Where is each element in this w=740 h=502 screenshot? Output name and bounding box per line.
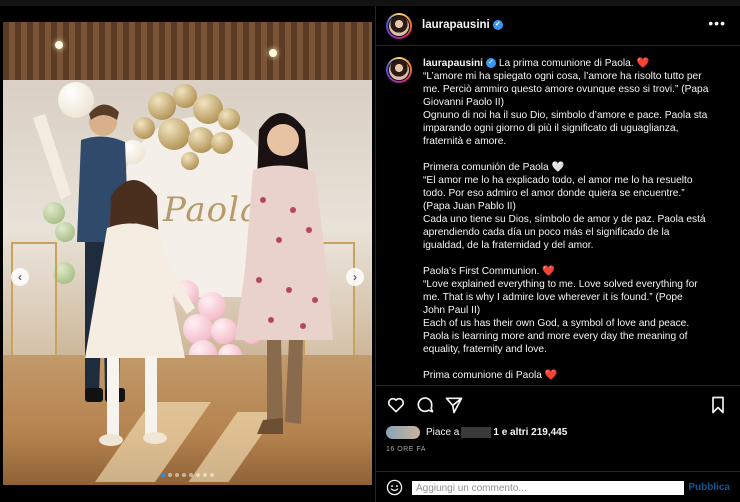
- caption-avatar[interactable]: [386, 57, 412, 83]
- caption-line: Ognuno di noi ha il suo Dio, simbolo d’a…: [423, 109, 721, 122]
- heart-icon[interactable]: [386, 395, 406, 415]
- post-caption: laurapausini ✓ La prima comunione di Paol…: [423, 57, 721, 382]
- likes-summary[interactable]: Piace a 1 e altri 219,445: [386, 424, 567, 440]
- caption-line: laurapausini ✓ La prima comunione di Paol…: [423, 57, 721, 70]
- comment-bar: Pubblica: [376, 471, 740, 502]
- caption-line: “L’amore mi ha spiegato ogni cosa, l’amo…: [423, 70, 721, 83]
- caption-text: Paola’s First Communion. ❤️: [423, 266, 555, 277]
- caption-text: John Paul II): [423, 305, 481, 316]
- caption-line: imparando ogni giorno di più il signific…: [423, 122, 721, 135]
- comment-icon[interactable]: [415, 395, 435, 415]
- caption-line: equality, fraternity and love.: [423, 343, 721, 356]
- carousel-dot[interactable]: [182, 473, 186, 477]
- verified-badge-icon: ✓: [492, 19, 503, 30]
- caption-text: imparando ogni giorno di più il signific…: [423, 123, 679, 134]
- share-icon[interactable]: [444, 395, 464, 415]
- caption-spacer: [423, 252, 721, 265]
- person-woman: [235, 113, 333, 434]
- bookmark-icon[interactable]: [708, 395, 728, 415]
- likes-count[interactable]: 1 e altri 219,445: [493, 427, 567, 438]
- caption-line: me. That is why I admire love wherever i…: [423, 291, 721, 304]
- avatar[interactable]: [386, 13, 412, 39]
- carousel-dot[interactable]: [210, 473, 214, 477]
- liker-avatars: [386, 425, 420, 439]
- header-username-text[interactable]: laurapausini: [422, 19, 490, 31]
- caption-text: Each of us has their own God, a symbol o…: [423, 318, 690, 329]
- caption-spacer: [423, 356, 721, 369]
- carousel-dot[interactable]: [203, 473, 207, 477]
- caption-text: (Papa Juan Pablo II): [423, 201, 516, 212]
- caption-text: Cada uno tiene su Dios, símbolo de amor …: [423, 214, 706, 225]
- carousel-dot[interactable]: [168, 473, 172, 477]
- caption-spacer: [423, 148, 721, 161]
- caption-area: laurapausini ✓ La prima comunione di Paol…: [376, 47, 740, 385]
- caption-line: Paola is learning more and more every da…: [423, 330, 721, 343]
- ceiling: [3, 22, 372, 80]
- caption-line: Paola’s First Communion. ❤️: [423, 265, 721, 278]
- post-details-panel: laurapausini ✓ ••• laurapausini ✓ La prima…: [375, 6, 740, 502]
- caption-line: Primera comunión de Paola 🤍: [423, 161, 721, 174]
- post-photo[interactable]: Paola ‹ ›: [3, 22, 372, 485]
- emoji-icon[interactable]: [386, 479, 403, 496]
- caption-text: fraternità e amore.: [423, 136, 507, 147]
- likes-prefix: Piace a: [426, 426, 460, 438]
- publish-button[interactable]: Pubblica: [688, 482, 730, 493]
- caption-line: Prima comunione di Paola ❤️: [423, 369, 721, 382]
- caption-username[interactable]: laurapausini: [423, 58, 483, 69]
- comment-input[interactable]: [412, 481, 684, 495]
- caption-text: Paola is learning more and more every da…: [423, 331, 688, 342]
- carousel-dot[interactable]: [175, 473, 179, 477]
- header-username[interactable]: laurapausini ✓: [422, 19, 503, 31]
- verified-badge-icon: ✓: [486, 58, 497, 69]
- caption-text: igualdad, de la fraternidad y del amor.: [423, 240, 594, 251]
- carousel-next-button[interactable]: ›: [346, 268, 364, 286]
- caption-text: todo. Por eso admiro el amor donde quier…: [423, 188, 685, 199]
- caption-line: aprendiendo cada día un poco más el sign…: [423, 226, 721, 239]
- carousel-dots: [3, 473, 372, 477]
- caption-line: (Papa Juan Pablo II): [423, 200, 721, 213]
- caption-line: todo. Por eso admiro el amor donde quier…: [423, 187, 721, 200]
- caption-text: Giovanni Paolo II): [423, 97, 504, 108]
- carousel-dot[interactable]: [189, 473, 193, 477]
- carousel-dot[interactable]: [196, 473, 200, 477]
- caption-line: igualdad, de la fraternidad y del amor.: [423, 239, 721, 252]
- caption-line: fraternità e amore.: [423, 135, 721, 148]
- post-header: laurapausini ✓ •••: [376, 6, 740, 46]
- ceiling-light: [269, 49, 277, 57]
- caption-line: me. Perciò ammiro questo amore ovunque e…: [423, 83, 721, 96]
- caption-line: “Love explained everything to me. Love s…: [423, 278, 721, 291]
- caption-text: “Love explained everything to me. Love s…: [423, 279, 698, 290]
- caption-text: La prima comunione di Paola. ❤️: [498, 58, 650, 69]
- ceiling-light: [55, 41, 63, 49]
- caption-text: Ognuno di noi ha il suo Dio, simbolo d’a…: [423, 110, 708, 121]
- caption-line: “El amor me lo ha explicado todo, el amo…: [423, 174, 721, 187]
- caption-text: “El amor me lo ha explicado todo, el amo…: [423, 175, 693, 186]
- caption-line: John Paul II): [423, 304, 721, 317]
- caption-text: me. Perciò ammiro questo amore ovunque e…: [423, 84, 709, 95]
- redacted-username: [461, 426, 492, 438]
- caption-line: Giovanni Paolo II): [423, 96, 721, 109]
- caption-text: “L’amore mi ha spiegato ogni cosa, l’amo…: [423, 71, 702, 82]
- caption-text: me. That is why I admire love wherever i…: [423, 292, 683, 303]
- caption-line: Cada uno tiene su Dios, símbolo de amor …: [423, 213, 721, 226]
- action-bar: [376, 385, 740, 421]
- carousel-prev-button[interactable]: ‹: [11, 268, 29, 286]
- caption-text: equality, fraternity and love.: [423, 344, 547, 355]
- caption-line: Each of us has their own God, a symbol o…: [423, 317, 721, 330]
- caption-text: aprendiendo cada día un poco más el sign…: [423, 227, 670, 238]
- more-options-icon[interactable]: •••: [708, 15, 726, 31]
- caption-text: Primera comunión de Paola 🤍: [423, 162, 565, 173]
- post-timestamp[interactable]: 16 ORE FA: [386, 446, 426, 453]
- caption-text: Prima comunione di Paola ❤️: [423, 370, 558, 381]
- person-girl: [33, 114, 195, 446]
- carousel-dot[interactable]: [161, 473, 165, 477]
